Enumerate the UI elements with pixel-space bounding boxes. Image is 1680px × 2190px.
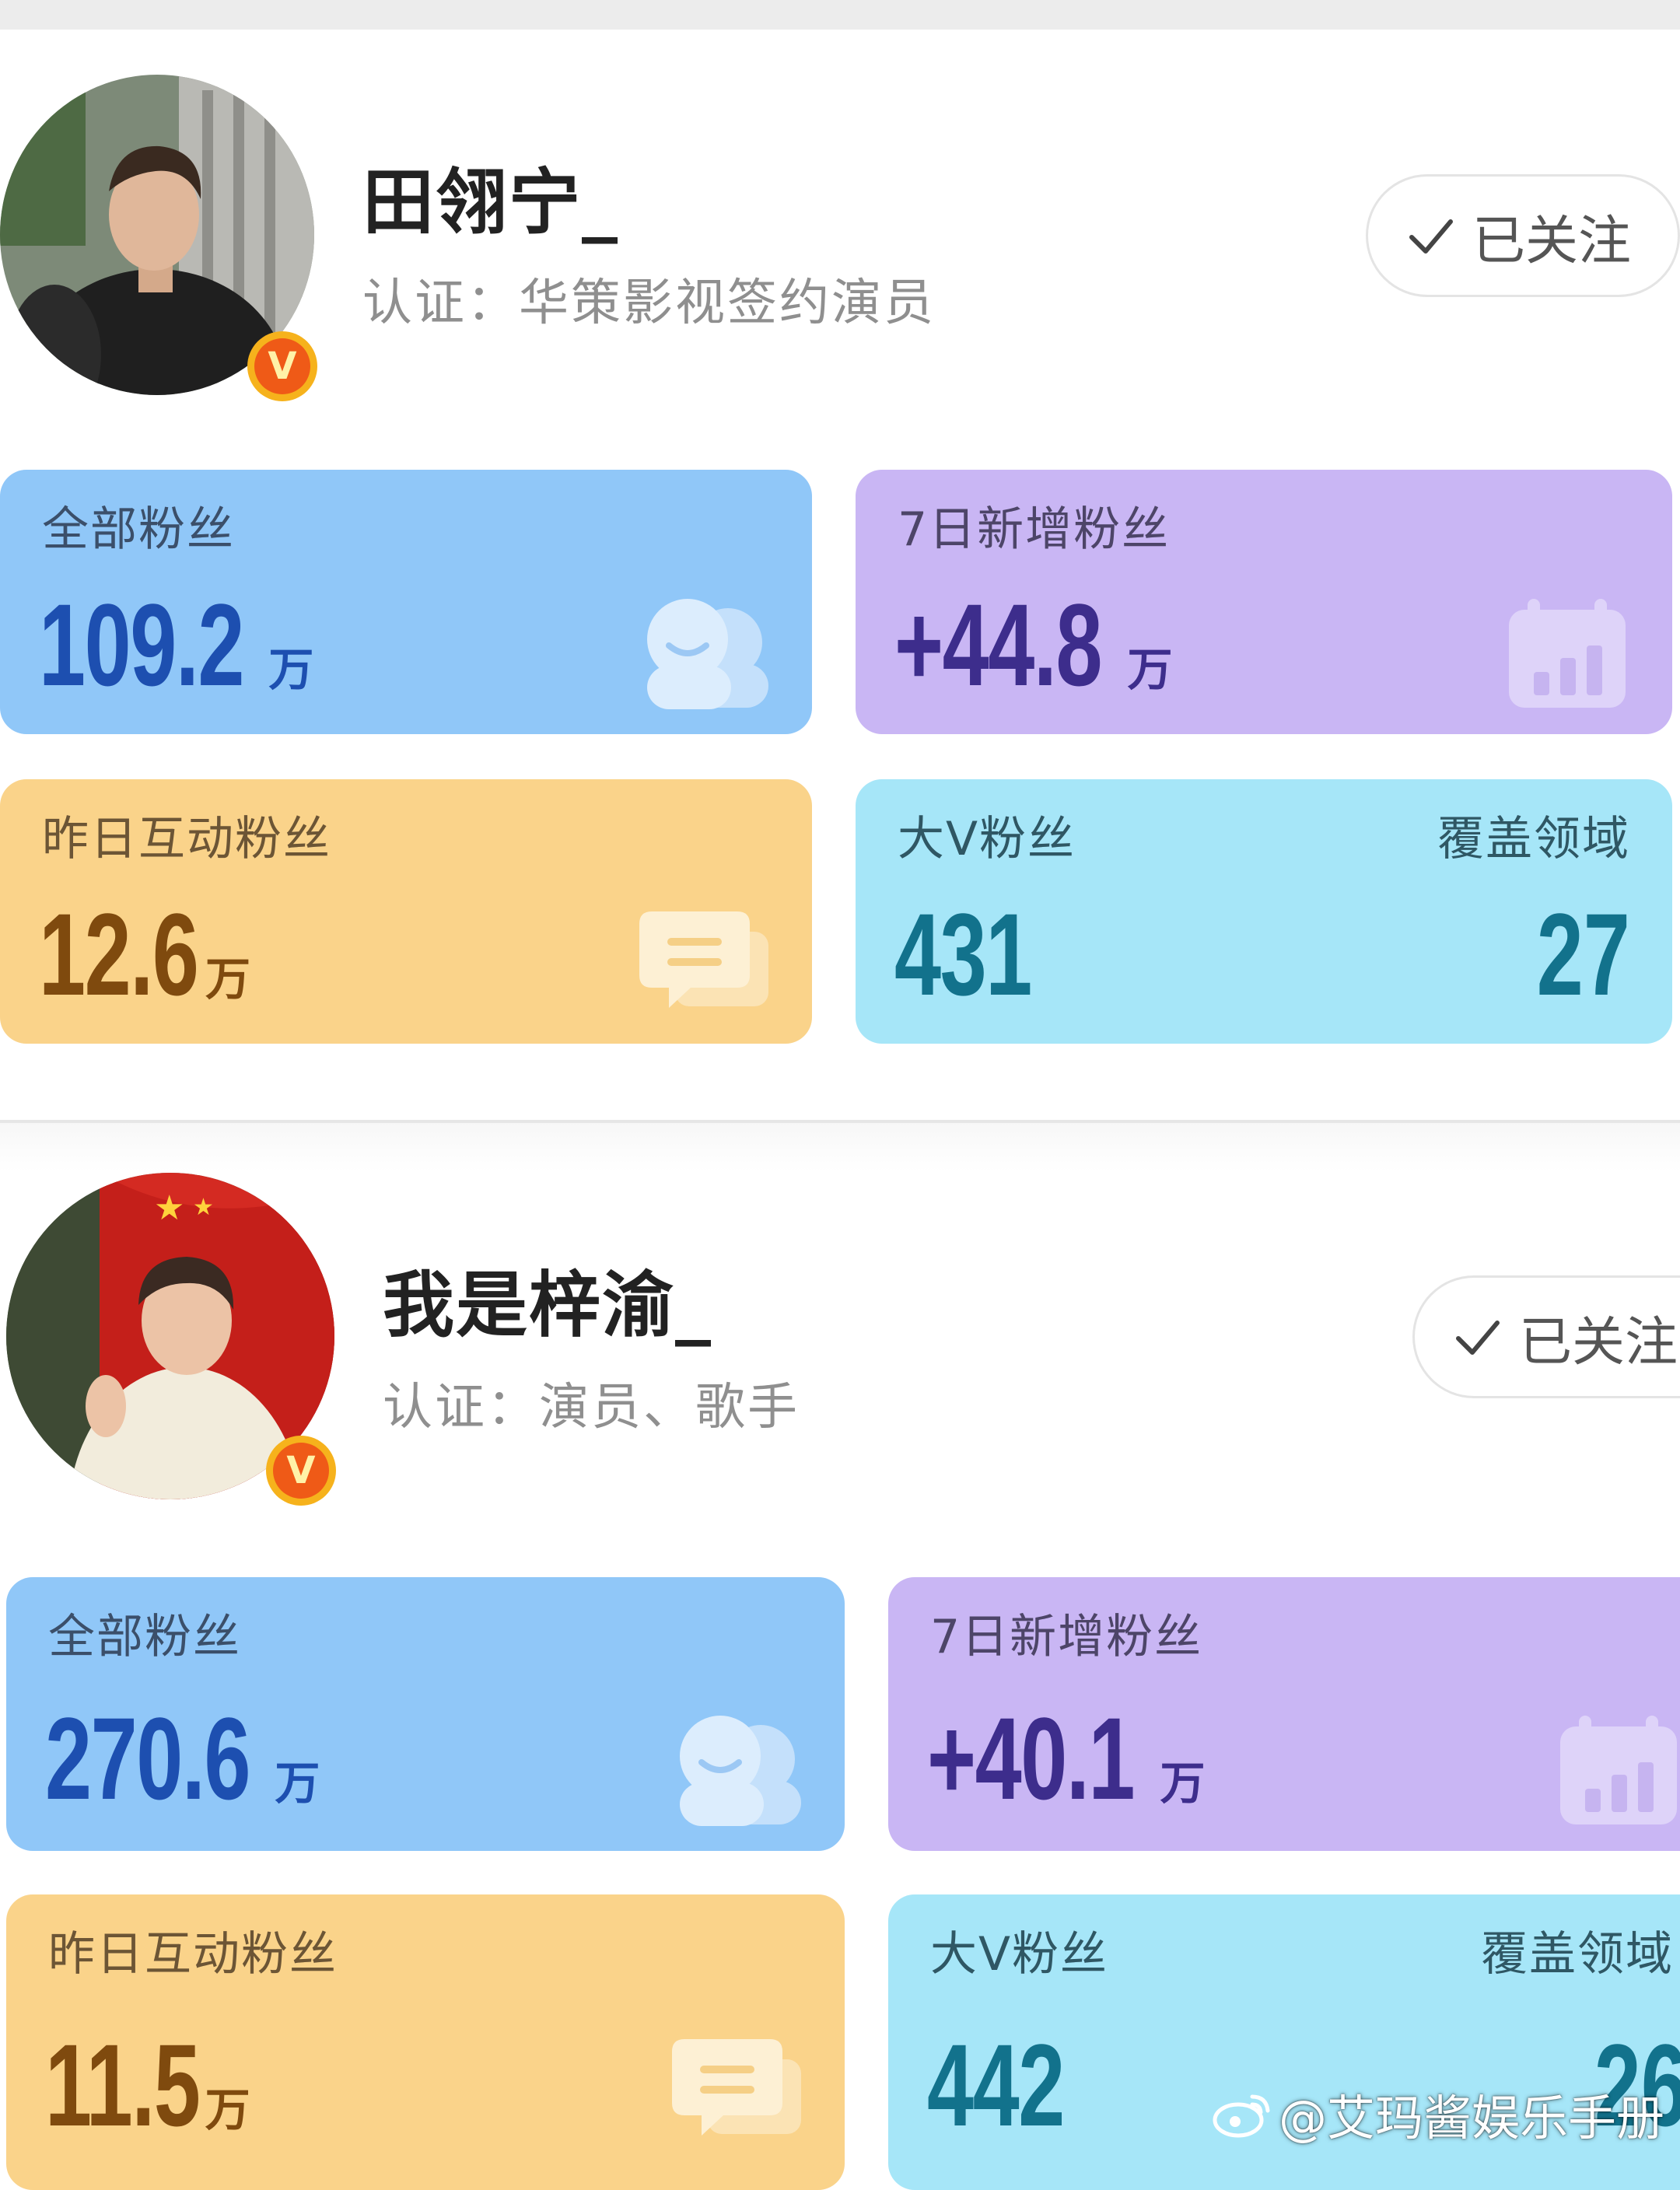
new-fans-7d-value: +40.1 万	[927, 1693, 1206, 1824]
bar-chart-icon	[1509, 599, 1626, 708]
chat-icon	[639, 911, 768, 1008]
cert-label: 认证：	[383, 1379, 539, 1436]
interact-fans-label: 昨日互动粉丝	[48, 1927, 338, 1982]
new-fans-7d-card[interactable]: 7日新增粉丝 +40.1 万	[888, 1577, 1680, 1851]
bigv-fans-card[interactable]: 大V粉丝 覆盖领域 431 27	[856, 779, 1672, 1044]
new-fans-7d-card[interactable]: 7日新增粉丝 +44.8 万	[856, 470, 1672, 734]
profile-name: 田翎宁_	[362, 161, 620, 244]
bigv-fans-label: 大V粉丝	[930, 1927, 1109, 1982]
total-fans-card[interactable]: 全部粉丝 109.2 万	[0, 470, 812, 734]
chat-icon	[672, 2039, 801, 2136]
cert-value: 华策影视签约演员	[519, 275, 936, 332]
verified-icon: V	[266, 1436, 336, 1506]
total-fans-value: 109.2 万	[39, 579, 314, 710]
total-fans-label: 全部粉丝	[42, 502, 235, 557]
total-fans-card[interactable]: 全部粉丝 270.6 万	[6, 1577, 845, 1851]
new-fans-7d-label: 7日新增粉丝	[930, 1610, 1203, 1664]
watermark-text: @艾玛酱娱乐手册	[1278, 2090, 1664, 2146]
fans-icon	[680, 1716, 801, 1826]
follow-button[interactable]: 已关注	[1412, 1275, 1680, 1398]
domain-label: 覆盖领域	[1437, 812, 1630, 866]
fans-icon	[647, 599, 768, 709]
bigv-fans-value: 431	[894, 889, 1032, 1020]
interact-fans-value: 12.6 万	[39, 889, 250, 1020]
cert-label: 认证：	[362, 275, 519, 332]
new-fans-7d-value: +44.8 万	[894, 579, 1173, 710]
check-icon	[1409, 219, 1453, 254]
follow-label: 已关注	[1519, 1311, 1678, 1373]
total-fans-value: 270.6 万	[45, 1693, 320, 1824]
verified-icon: V	[247, 331, 317, 401]
bigv-fans-label: 大V粉丝	[898, 812, 1076, 866]
weibo-logo-icon	[1213, 2094, 1270, 2138]
top-strip	[0, 0, 1680, 30]
check-icon	[1456, 1321, 1500, 1355]
domain-value: 27	[1536, 889, 1630, 1020]
interact-fans-card[interactable]: 昨日互动粉丝 11.5 万	[6, 1894, 845, 2190]
certification: 认证：演员、歌手	[383, 1367, 800, 1439]
watermark: @艾玛酱娱乐手册	[1212, 2079, 1664, 2149]
total-fans-label: 全部粉丝	[48, 1610, 241, 1664]
interact-fans-label: 昨日互动粉丝	[42, 812, 331, 866]
new-fans-7d-label: 7日新增粉丝	[898, 502, 1171, 557]
section-divider	[0, 1120, 1680, 1171]
certification: 认证：华策影视签约演员	[362, 263, 936, 334]
svg-text:★: ★	[154, 1188, 184, 1228]
follow-button[interactable]: 已关注	[1366, 174, 1680, 297]
profile-name: 我是梓渝_	[383, 1264, 713, 1347]
interact-fans-card[interactable]: 昨日互动粉丝 12.6 万	[0, 779, 812, 1044]
cert-value: 演员、歌手	[539, 1379, 800, 1436]
svg-text:★: ★	[193, 1194, 214, 1221]
domain-label: 覆盖领域	[1481, 1927, 1674, 1982]
bar-chart-icon	[1560, 1716, 1677, 1824]
bigv-fans-value: 442	[927, 2020, 1065, 2150]
follow-label: 已关注	[1472, 210, 1632, 272]
interact-fans-value: 11.5 万	[45, 2020, 250, 2150]
